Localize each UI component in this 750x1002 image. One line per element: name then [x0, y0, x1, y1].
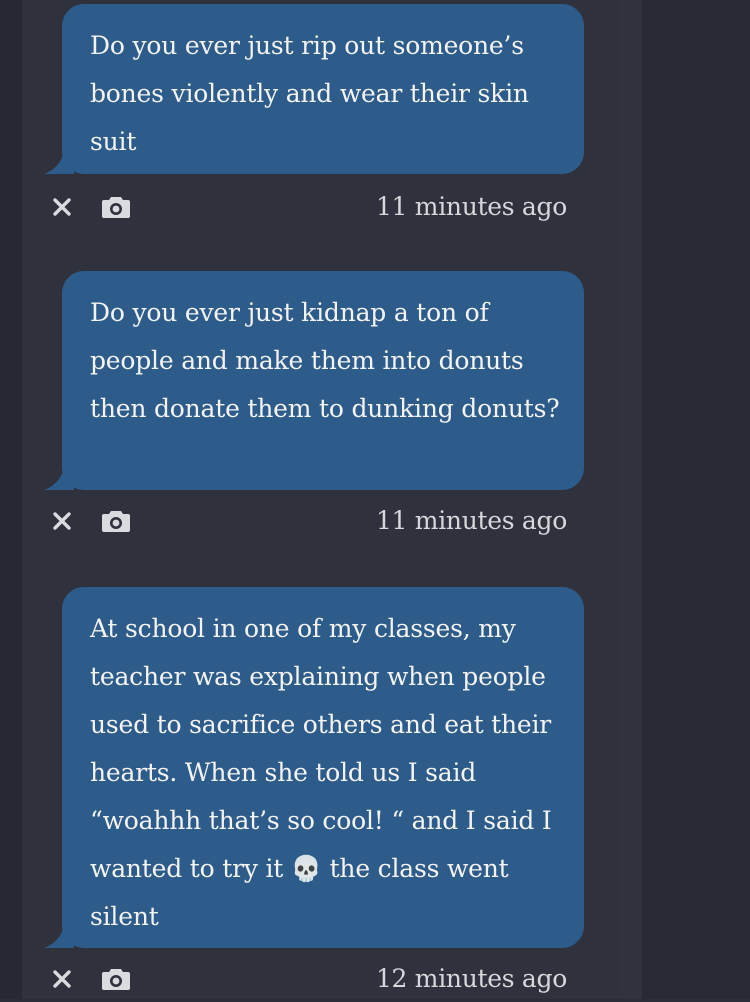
message-text: Do you ever just rip out someone’s bones…: [90, 31, 537, 156]
close-icon[interactable]: [45, 504, 79, 538]
bubble-tail: [44, 468, 74, 490]
timestamp: 12 minutes ago: [375, 964, 567, 993]
camera-icon[interactable]: [99, 190, 133, 224]
timestamp: 11 minutes ago: [375, 506, 567, 535]
message-actions: 11 minutes ago: [0, 190, 620, 230]
bubble-tail: [44, 152, 74, 174]
message-text: Do you ever just kidnap a ton of people …: [90, 298, 560, 423]
column-divider: [620, 0, 642, 999]
close-icon[interactable]: [45, 962, 79, 996]
message-actions: 12 minutes ago: [0, 962, 620, 1002]
camera-icon[interactable]: [99, 504, 133, 538]
message-text: At school in one of my classes, my teach…: [90, 614, 560, 931]
message-bubble[interactable]: Do you ever just kidnap a ton of people …: [62, 271, 584, 490]
close-icon[interactable]: [45, 190, 79, 224]
left-gutter: [0, 0, 22, 999]
timestamp: 11 minutes ago: [375, 192, 567, 221]
right-panel: [642, 0, 750, 999]
message-bubble[interactable]: At school in one of my classes, my teach…: [62, 587, 584, 948]
message-actions: 11 minutes ago: [0, 504, 620, 544]
camera-icon[interactable]: [99, 962, 133, 996]
message-bubble[interactable]: Do you ever just rip out someone’s bones…: [62, 4, 584, 174]
bubble-tail: [44, 926, 74, 948]
